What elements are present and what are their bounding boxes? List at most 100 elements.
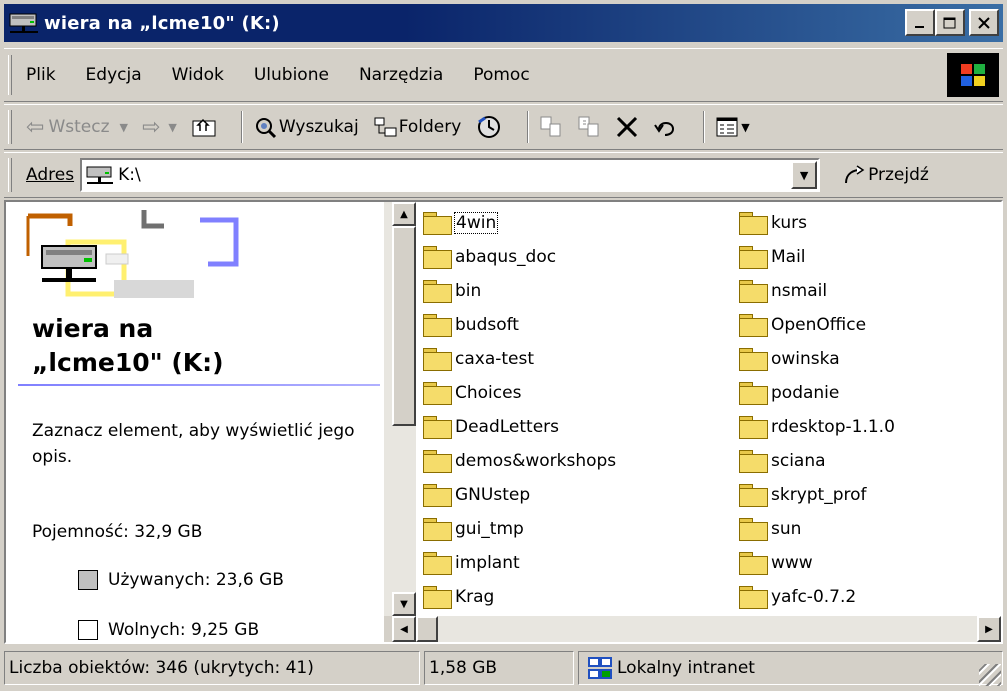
back-dropdown-icon[interactable]: ▼ <box>120 121 128 134</box>
status-object-count: Liczba obiektów: 346 (ukrytych: 41) <box>4 651 420 685</box>
drive-banner-art <box>26 210 239 298</box>
folder-icon <box>422 416 452 439</box>
address-grip[interactable] <box>8 158 12 192</box>
list-item[interactable]: Choices <box>422 376 616 410</box>
views-dropdown-icon[interactable]: ▼ <box>741 121 749 134</box>
back-label: Wstecz <box>48 117 110 137</box>
folders-label: Foldery <box>398 117 462 137</box>
up-folder-button[interactable] <box>191 115 217 139</box>
list-item[interactable]: demos&workshops <box>422 444 616 478</box>
list-item[interactable]: rdesktop-1.1.0 <box>738 410 895 444</box>
list-item[interactable]: skrypt_prof <box>738 478 895 512</box>
address-field[interactable]: K:\ ▼ <box>80 158 821 192</box>
undo-button[interactable] <box>653 115 679 139</box>
menu-help[interactable]: Pomoc <box>473 65 529 85</box>
list-item[interactable]: sun <box>738 512 895 546</box>
title-bar[interactable]: wiera na „lcme10" (K:) <box>4 4 1003 42</box>
resize-grip[interactable] <box>979 664 1001 686</box>
list-item[interactable]: kurs <box>738 206 895 240</box>
minimize-button[interactable] <box>905 9 935 36</box>
window-controls <box>905 9 999 36</box>
search-icon <box>255 118 276 139</box>
list-item[interactable]: GNUstep <box>422 478 616 512</box>
list-item[interactable]: nsmail <box>738 274 895 308</box>
menu-favorites[interactable]: Ulubione <box>254 65 329 85</box>
address-label: Adres <box>26 165 75 185</box>
menu-tools[interactable]: Narzędzia <box>359 65 443 85</box>
vertical-scrollbar[interactable]: ▲ ▼ <box>392 202 416 616</box>
file-name: yafc-0.7.2 <box>771 587 857 607</box>
chevron-down-icon: ▼ <box>799 168 809 182</box>
folder-icon <box>422 586 452 609</box>
folder-icon <box>422 518 452 541</box>
horizontal-scrollbar[interactable]: ◀ ▶ <box>392 616 1001 642</box>
forward-dropdown-icon[interactable]: ▼ <box>168 121 176 134</box>
list-item[interactable]: budsoft <box>422 308 616 342</box>
forward-button[interactable]: ⇨ ▼ <box>142 115 177 140</box>
search-label: Wyszukaj <box>278 117 359 137</box>
list-item[interactable]: owinska <box>738 342 895 376</box>
copy-to-button[interactable] <box>577 115 601 139</box>
file-name: skrypt_prof <box>771 485 867 505</box>
toolbar-grip[interactable] <box>8 110 12 144</box>
list-item[interactable]: OpenOffice <box>738 308 895 342</box>
used-swatch <box>78 570 98 590</box>
list-item[interactable]: yafc-0.7.2 <box>738 580 895 614</box>
scroll-right-button[interactable]: ▶ <box>977 616 1001 642</box>
address-dropdown-button[interactable]: ▼ <box>791 161 818 189</box>
list-item[interactable]: abaqus_doc <box>422 240 616 274</box>
windows-logo-icon <box>947 53 999 97</box>
drive-title: wiera na „lcme10" (K:) <box>32 312 224 380</box>
scroll-left-button[interactable]: ◀ <box>392 616 416 642</box>
list-item[interactable]: implant <box>422 546 616 580</box>
menu-file[interactable]: Plik <box>26 65 56 85</box>
horizontal-scroll-thumb[interactable] <box>416 616 438 642</box>
close-button[interactable] <box>969 9 999 36</box>
list-item[interactable]: DeadLetters <box>422 410 616 444</box>
horizontal-scroll-track[interactable] <box>438 616 977 642</box>
search-button[interactable]: Wyszukaj <box>253 115 359 139</box>
folder-icon <box>738 246 768 269</box>
delete-x-icon <box>617 116 638 138</box>
list-item[interactable]: sciana <box>738 444 895 478</box>
folder-icon <box>422 450 452 473</box>
left-scroll-track <box>384 202 392 616</box>
list-item[interactable]: 4win <box>422 206 616 240</box>
history-button[interactable] <box>475 114 503 140</box>
back-button[interactable]: ⇦ Wstecz ▼ <box>26 115 128 140</box>
go-button[interactable]: Przejdź <box>842 163 929 187</box>
delete-button[interactable] <box>615 115 639 139</box>
folder-icon <box>738 212 768 235</box>
menu-view[interactable]: Widok <box>172 65 224 85</box>
pane-splitter[interactable] <box>384 202 392 642</box>
arrow-right-icon: ▶ <box>985 623 993 635</box>
folders-tree-icon <box>374 117 397 137</box>
list-item[interactable]: Krag <box>422 580 616 614</box>
free-swatch <box>78 620 98 640</box>
views-button[interactable]: ▼ <box>715 115 750 139</box>
toolbar-separator <box>527 111 530 143</box>
maximize-button[interactable] <box>935 9 965 36</box>
folder-icon <box>738 348 768 371</box>
folders-button[interactable]: Foldery <box>373 115 462 139</box>
list-item[interactable]: podanie <box>738 376 895 410</box>
network-drive-icon <box>9 13 38 33</box>
list-item[interactable]: bin <box>422 274 616 308</box>
menu-edit[interactable]: Edycja <box>86 65 142 85</box>
move-to-button[interactable] <box>539 115 563 139</box>
menu-grip[interactable] <box>8 55 12 95</box>
folder-icon <box>422 246 452 269</box>
folder-icon <box>738 382 768 405</box>
scroll-up-button[interactable]: ▲ <box>392 202 416 226</box>
folder-icon <box>422 484 452 507</box>
arrow-up-icon: ▲ <box>400 208 408 220</box>
folder-icon <box>738 280 768 303</box>
list-item[interactable]: caxa-test <box>422 342 616 376</box>
file-name: rdesktop-1.1.0 <box>771 417 895 437</box>
list-item[interactable]: www <box>738 546 895 580</box>
vertical-scroll-thumb[interactable] <box>392 226 416 426</box>
history-icon <box>478 116 501 138</box>
list-item[interactable]: Mail <box>738 240 895 274</box>
scroll-down-button[interactable]: ▼ <box>392 592 416 616</box>
list-item[interactable]: gui_tmp <box>422 512 616 546</box>
